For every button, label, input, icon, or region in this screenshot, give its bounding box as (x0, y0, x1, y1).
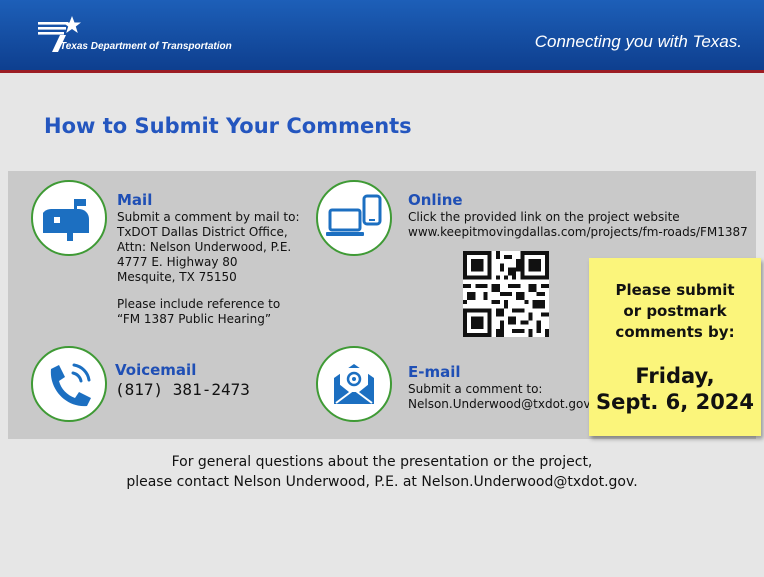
footer-line: For general questions about the presenta… (171, 454, 593, 470)
page-title: How to Submit Your Comments (44, 114, 412, 138)
email-block: E-mail Submit a comment to: Nelson.Under… (408, 362, 591, 412)
deadline-line: or postmark (623, 302, 727, 320)
voicemail-block: Voicemail (817) 381-2473 (115, 360, 250, 399)
website-link[interactable]: www.keepitmovingdallas.com/projects/fm-r… (408, 225, 748, 240)
online-block: Online Click the provided link on the pr… (408, 190, 748, 240)
org-name: Texas Department of Transportation (60, 41, 232, 52)
mail-line: Submit a comment by mail to: (117, 210, 300, 224)
footer-text: For general questions about the presenta… (0, 452, 764, 492)
mail-line: Attn: Nelson Underwood, P.E. (117, 240, 292, 254)
deadline-note: Please submit or postmark comments by: F… (589, 258, 761, 436)
email-heading: E-mail (408, 363, 461, 381)
mail-line: TxDOT Dallas District Office, (117, 225, 288, 239)
deadline-line: Please submit (615, 281, 735, 299)
email-address-link[interactable]: Nelson.Underwood@txdot.gov (408, 397, 591, 412)
header-bar: Texas Department of Transportation Conne… (0, 0, 764, 73)
online-icon-circle (316, 180, 392, 256)
mail-icon-circle (31, 180, 107, 256)
devices-icon (326, 194, 382, 236)
phone-icon (50, 363, 91, 407)
email-icon-circle (316, 346, 392, 422)
mail-reference-line: Please include reference to (117, 297, 281, 311)
deadline-date-line: Sept. 6, 2024 (595, 390, 755, 414)
mail-line: 4777 E. Highway 80 (117, 255, 238, 269)
mailbox-icon (43, 199, 89, 241)
mail-block: Mail Submit a comment by mail to: TxDOT … (117, 190, 300, 327)
envelope-icon (334, 364, 374, 404)
tagline: Connecting you with Texas. (534, 32, 742, 51)
mail-line: Mesquite, TX 75150 (117, 270, 237, 284)
voicemail-phone: (817) 381-2473 (115, 380, 250, 399)
qr-code[interactable] (463, 251, 549, 337)
email-line: Submit a comment to: (408, 382, 543, 396)
mail-reference-line: “FM 1387 Public Hearing” (117, 312, 272, 326)
footer-line: please contact Nelson Underwood, P.E. at… (126, 474, 638, 490)
online-heading: Online (408, 191, 463, 209)
voicemail-icon-circle (31, 346, 107, 422)
mail-heading: Mail (117, 191, 153, 209)
online-line: Click the provided link on the project w… (408, 210, 680, 224)
deadline-line: comments by: (615, 323, 735, 341)
voicemail-heading: Voicemail (115, 361, 197, 379)
deadline-date-line: Friday, (635, 364, 715, 388)
